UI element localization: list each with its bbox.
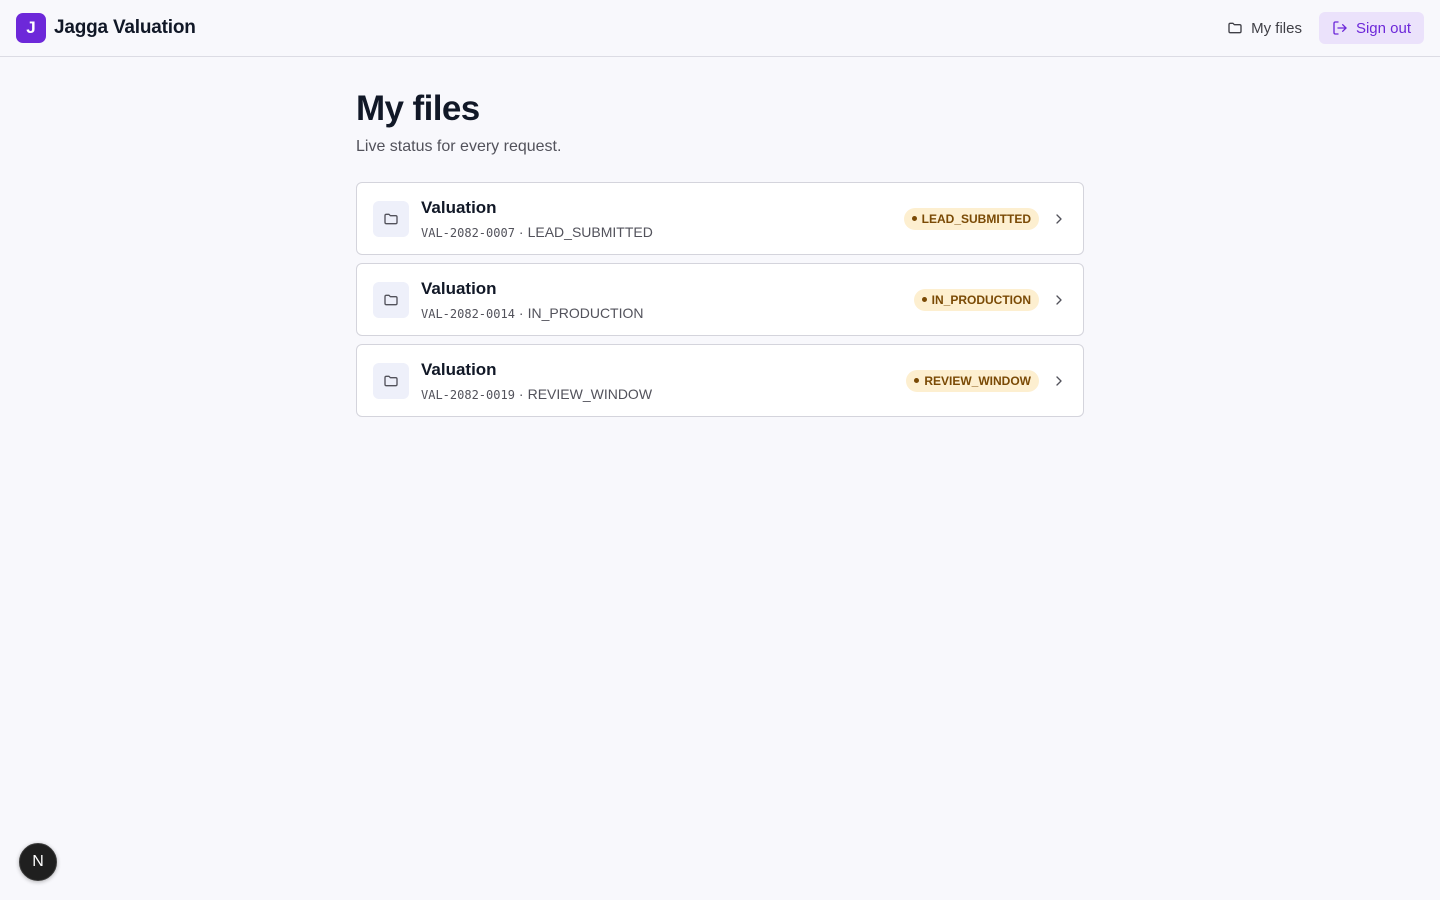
meta-separator: · <box>518 304 524 321</box>
file-card-text: Valuation VAL-2082-0014 · IN_PRODUCTION <box>421 279 914 321</box>
file-card-text: Valuation VAL-2082-0007 · LEAD_SUBMITTED <box>421 198 904 240</box>
file-list: Valuation VAL-2082-0007 · LEAD_SUBMITTED… <box>356 182 1084 417</box>
file-meta: VAL-2082-0019 · REVIEW_WINDOW <box>421 386 906 402</box>
sign-out-label: Sign out <box>1355 19 1411 37</box>
file-title: Valuation <box>421 197 497 217</box>
sign-out-button[interactable]: Sign out <box>1318 12 1424 44</box>
meta-separator: · <box>518 385 524 402</box>
status-badge: REVIEW_WINDOW <box>906 369 1039 392</box>
status-badge-label: REVIEW_WINDOW <box>924 373 1031 388</box>
log-out-icon <box>1333 21 1347 35</box>
file-card[interactable]: Valuation VAL-2082-0019 · REVIEW_WINDOW … <box>356 344 1084 417</box>
status-badge-label: LEAD_SUBMITTED <box>921 211 1031 226</box>
brand[interactable]: J Jagga Valuation <box>16 13 196 43</box>
status-badge: LEAD_SUBMITTED <box>903 207 1039 230</box>
folder-icon <box>384 294 398 305</box>
file-card[interactable]: Valuation VAL-2082-0007 · LEAD_SUBMITTED… <box>356 182 1084 255</box>
page-title: My files <box>356 89 480 128</box>
status-dot-icon <box>914 378 920 383</box>
nav-my-files-link[interactable]: My files <box>1218 13 1311 44</box>
status-badge: IN_PRODUCTION <box>913 288 1039 311</box>
folder-icon <box>384 213 398 224</box>
file-status-text: REVIEW_WINDOW <box>527 385 653 402</box>
chevron-right-icon <box>1051 292 1067 308</box>
file-card-text: Valuation VAL-2082-0019 · REVIEW_WINDOW <box>421 360 906 402</box>
file-code: VAL-2082-0019 <box>421 387 515 402</box>
file-status-text: IN_PRODUCTION <box>527 304 644 321</box>
status-badge-label: IN_PRODUCTION <box>931 292 1031 307</box>
chevron-right-icon <box>1051 373 1067 389</box>
status-dot-icon <box>921 297 927 302</box>
file-title: Valuation <box>421 278 497 298</box>
file-title: Valuation <box>421 359 497 379</box>
meta-separator: · <box>518 223 524 240</box>
nav-my-files-label: My files <box>1251 19 1302 37</box>
folder-icon <box>1228 22 1242 34</box>
file-folder-icon-box <box>373 281 409 318</box>
folder-icon <box>384 375 398 386</box>
status-dot-icon <box>911 216 917 221</box>
main-content: My files Live status for every request. … <box>356 88 1084 417</box>
dev-tools-letter: N <box>32 853 44 870</box>
brand-logo: J <box>16 13 46 43</box>
top-bar: J Jagga Valuation My files Sign out <box>0 0 1440 57</box>
dev-tools-button[interactable]: N <box>19 843 57 881</box>
chevron-right-icon <box>1051 211 1067 227</box>
file-code: VAL-2082-0007 <box>421 225 515 240</box>
file-folder-icon-box <box>373 362 409 399</box>
brand-name: Jagga Valuation <box>54 17 196 38</box>
file-meta: VAL-2082-0014 · IN_PRODUCTION <box>421 305 914 321</box>
file-card[interactable]: Valuation VAL-2082-0014 · IN_PRODUCTION … <box>356 263 1084 336</box>
file-folder-icon-box <box>373 200 409 237</box>
file-status-text: LEAD_SUBMITTED <box>527 223 653 240</box>
file-code: VAL-2082-0014 <box>421 306 515 321</box>
page-subtitle: Live status for every request. <box>356 138 562 155</box>
file-meta: VAL-2082-0007 · LEAD_SUBMITTED <box>421 224 904 240</box>
top-nav: My files Sign out <box>1218 12 1424 44</box>
